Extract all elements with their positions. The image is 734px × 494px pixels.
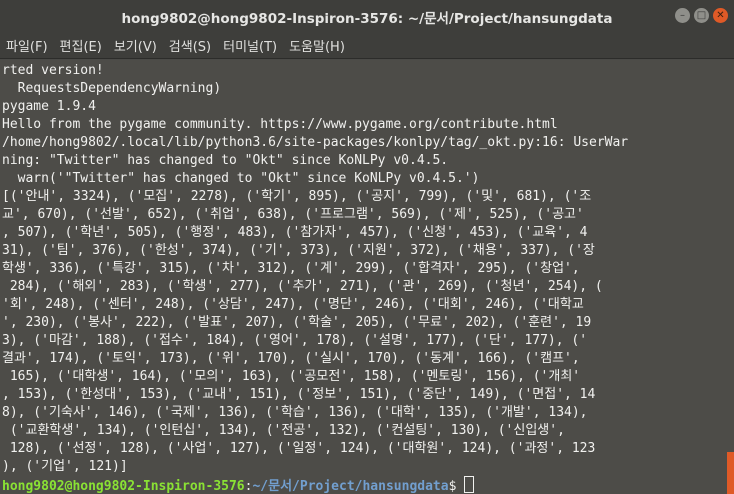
- close-button[interactable]: ✕: [713, 8, 728, 23]
- output-line: /home/hong9802/.local/lib/python3.6/site…: [2, 135, 629, 150]
- prompt-user: hong9802@hong9802-Inspiron-3576: [2, 479, 245, 494]
- menu-bar: 파일(F) 편집(E) 보기(V) 검색(S) 터미널(T) 도움말(H): [0, 33, 734, 59]
- title-bar[interactable]: hong9802@hong9802-Inspiron-3576: ~/문서/Pr…: [0, 0, 734, 33]
- maximize-button[interactable]: □: [694, 8, 709, 23]
- menu-search[interactable]: 검색(S): [169, 34, 211, 57]
- output-line: warn('"Twitter" has changed to "Okt" sin…: [2, 171, 480, 186]
- output-line: 학생', 336), ('특강', 315), ('차', 312), ('계'…: [2, 261, 580, 276]
- output-line: ('교환학생', 134), ('인턴십', 134), ('전공', 132)…: [2, 423, 565, 438]
- output-line: RequestsDependencyWarning): [2, 81, 222, 96]
- output-line: , 507), ('학년', 505), ('행정', 483), ('참가자'…: [2, 225, 588, 240]
- output-line: ning: "Twitter" has changed to "Okt" sin…: [2, 153, 449, 168]
- command-prompt[interactable]: hong9802@hong9802-Inspiron-3576:~/문서/Pro…: [2, 476, 475, 494]
- menu-view[interactable]: 보기(V): [114, 34, 157, 57]
- menu-file[interactable]: 파일(F): [6, 34, 48, 57]
- output-line: 165), ('대학생', 164), ('모의', 163), ('공모전',…: [2, 369, 581, 384]
- output-line: 8), ('기숙사', 146), ('국제', 136), ('학습', 13…: [2, 405, 588, 420]
- output-line: 결과', 174), ('토익', 173), ('위', 170), ('실시…: [2, 351, 580, 366]
- output-line: Hello from the pygame community. https:/…: [2, 117, 558, 132]
- minimize-button[interactable]: –: [675, 8, 690, 23]
- output-line: '회', 248), ('센터', 248), ('상담', 247), ('명…: [2, 297, 584, 312]
- output-line: [('안내', 3324), ('모집', 2278), ('학기', 895)…: [2, 189, 592, 204]
- menu-edit[interactable]: 편집(E): [60, 34, 102, 57]
- prompt-symbol: $: [448, 479, 465, 494]
- output-line: pygame 1.9.4: [2, 99, 96, 114]
- prompt-path: ~/문서/Project/hansungdata: [252, 479, 449, 494]
- terminal-window: hong9802@hong9802-Inspiron-3576: ~/문서/Pr…: [0, 0, 734, 494]
- output-line: ), ('기업', 121)]: [2, 459, 128, 474]
- text-cursor: [464, 476, 475, 493]
- output-line: , 153), ('한성대', 153), ('교내', 151), ('정보'…: [2, 387, 596, 402]
- output-line: 284), ('해외', 283), ('학생', 277), ('추가', 2…: [2, 279, 603, 294]
- window-controls: – □ ✕: [675, 8, 728, 23]
- output-line: 128), ('선정', 128), ('사업', 127), ('일정', 1…: [2, 441, 596, 456]
- output-line: 3), ('마감', 188), ('접수', 184), ('영어', 178…: [2, 333, 588, 348]
- scrollbar-track[interactable]: [727, 60, 734, 494]
- window-title: hong9802@hong9802-Inspiron-3576: ~/문서/Pr…: [121, 10, 613, 27]
- menu-help[interactable]: 도움말(H): [289, 34, 345, 57]
- output-line: ', 230), ('봉사', 222), ('발표', 207), ('학술'…: [2, 315, 592, 330]
- scrollbar-thumb[interactable]: [727, 452, 734, 494]
- output-line: rted version!: [2, 63, 104, 78]
- menu-terminal[interactable]: 터미널(T): [223, 34, 277, 57]
- terminal-output[interactable]: rted version! RequestsDependencyWarning)…: [0, 60, 727, 494]
- output-line: 교', 670), ('선발', 652), ('취업', 638), ('프로…: [2, 207, 584, 222]
- output-line: 31), ('팀', 376), ('한성', 374), ('기', 373)…: [2, 243, 595, 258]
